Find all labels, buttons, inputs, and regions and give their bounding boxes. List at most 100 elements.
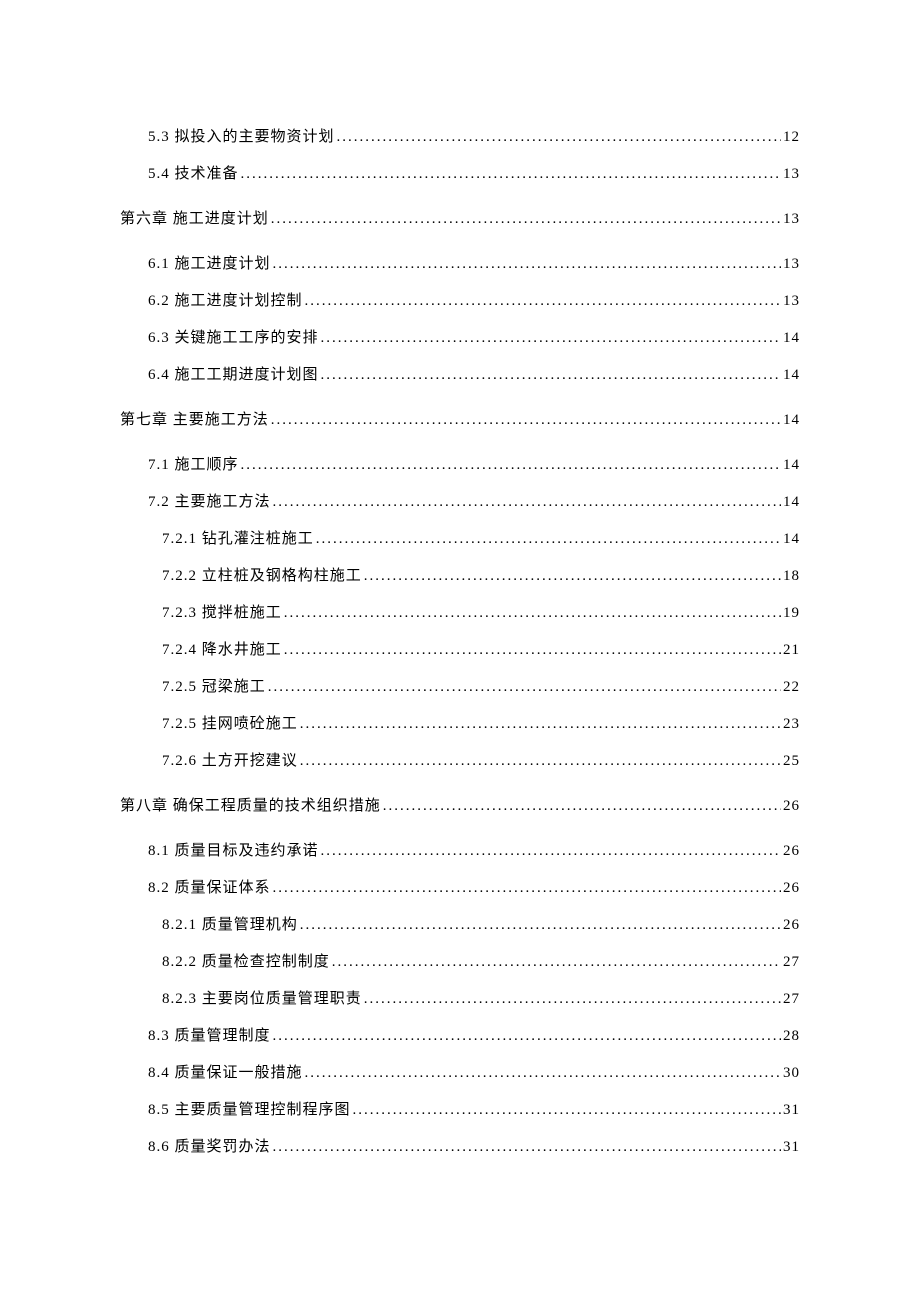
- toc-leader-dots: [305, 1066, 781, 1081]
- toc-leader-dots: [321, 844, 781, 859]
- toc-entry: 8.1 质量目标及违约承诺 26: [120, 844, 800, 859]
- toc-entry-page: 30: [783, 1066, 800, 1081]
- toc-leader-dots: [273, 495, 781, 510]
- toc-entry: 7.2.4 降水井施工21: [120, 643, 800, 658]
- toc-leader-dots: [321, 331, 781, 346]
- toc-entry-page: 12: [783, 130, 800, 145]
- toc-entry-label: 6.2 施工进度计划控制: [148, 294, 303, 309]
- toc-entry-label: 第七章 主要施工方法: [120, 413, 269, 428]
- toc-entry-label: 7.2.5 挂网喷砼施工: [162, 717, 298, 732]
- toc-entry: 7.2.3 搅拌桩施工 19: [120, 606, 800, 621]
- toc-entry-label: 7.2.3 搅拌桩施工: [162, 606, 282, 621]
- toc-entry-label: 7.1 施工顺序: [148, 458, 239, 473]
- toc-entry-page: 21: [783, 643, 800, 658]
- toc-leader-dots: [241, 458, 781, 473]
- toc-leader-dots: [337, 130, 781, 145]
- toc-entry-label: 7.2.2 立柱桩及钢格构柱施工: [162, 569, 362, 584]
- toc-entry: 5.4 技术准备 13: [120, 167, 800, 182]
- toc-entry-page: 27: [783, 955, 800, 970]
- toc-entry-page: 22: [783, 680, 800, 695]
- toc-leader-dots: [271, 212, 781, 227]
- toc-leader-dots: [268, 680, 781, 695]
- toc-leader-dots: [241, 167, 781, 182]
- toc-entry: 第八章 确保工程质量的技术组织措施 26: [120, 799, 800, 814]
- toc-entry: 8.3 质量管理制度28: [120, 1029, 800, 1044]
- toc-entry-label: 8.1 质量目标及违约承诺: [148, 844, 319, 859]
- toc-entry-page: 26: [783, 881, 800, 896]
- toc-entry-page: 14: [783, 458, 800, 473]
- toc-entry: 7.2.6 土方开挖建议 25: [120, 754, 800, 769]
- toc-entry-label: 8.4 质量保证一般措施: [148, 1066, 303, 1081]
- toc-entry-page: 26: [783, 799, 800, 814]
- toc-entry-label: 8.6 质量奖罚办法: [148, 1140, 271, 1155]
- toc-entry: 5.3 拟投入的主要物资计划 12: [120, 130, 800, 145]
- toc-entry-label: 7.2 主要施工方法: [148, 495, 271, 510]
- toc-leader-dots: [271, 413, 781, 428]
- toc-entry-page: 28: [783, 1029, 800, 1044]
- toc-entry: 8.2.2 质量检查控制制度 27: [120, 955, 800, 970]
- toc-leader-dots: [284, 643, 781, 658]
- toc-entry: 第七章 主要施工方法14: [120, 413, 800, 428]
- toc-entry-page: 26: [783, 918, 800, 933]
- toc-leader-dots: [284, 606, 781, 621]
- toc-entry-label: 6.1 施工进度计划: [148, 257, 271, 272]
- toc-entry-label: 8.2.2 质量检查控制制度: [162, 955, 330, 970]
- toc-entry-page: 14: [783, 495, 800, 510]
- toc-leader-dots: [273, 1140, 781, 1155]
- toc-entry-page: 14: [783, 331, 800, 346]
- toc-entry-label: 6.3 关键施工工序的安排: [148, 331, 319, 346]
- toc-entry-label: 8.2.3 主要岗位质量管理职责: [162, 992, 362, 1007]
- toc-entry: 7.2.2 立柱桩及钢格构柱施工18: [120, 569, 800, 584]
- toc-leader-dots: [332, 955, 781, 970]
- toc-entry: 7.1 施工顺序 14: [120, 458, 800, 473]
- toc-entry-page: 13: [783, 212, 800, 227]
- toc-entry-label: 8.5 主要质量管理控制程序图: [148, 1103, 351, 1118]
- toc-leader-dots: [353, 1103, 781, 1118]
- toc-entry-label: 第六章 施工进度计划: [120, 212, 269, 227]
- toc-entry-page: 19: [783, 606, 800, 621]
- toc-entry: 6.3 关键施工工序的安排 14: [120, 331, 800, 346]
- toc-entry-page: 26: [783, 844, 800, 859]
- toc-entry: 6.2 施工进度计划控制 13: [120, 294, 800, 309]
- toc-entry-page: 25: [783, 754, 800, 769]
- toc-leader-dots: [300, 717, 781, 732]
- toc-entry-page: 13: [783, 167, 800, 182]
- toc-entry: 8.6 质量奖罚办法 31: [120, 1140, 800, 1155]
- toc-entry: 7.2.5 挂网喷砼施工 23: [120, 717, 800, 732]
- toc-leader-dots: [300, 918, 781, 933]
- toc-entry: 第六章 施工进度计划 13: [120, 212, 800, 227]
- toc-entry-label: 7.2.1 钻孔灌注桩施工: [162, 532, 314, 547]
- toc-leader-dots: [305, 294, 781, 309]
- toc-leader-dots: [321, 368, 781, 383]
- toc-entry: 7.2 主要施工方法 14: [120, 495, 800, 510]
- toc-entry-page: 31: [783, 1140, 800, 1155]
- toc-entry-page: 13: [783, 257, 800, 272]
- toc-entry-page: 31: [783, 1103, 800, 1118]
- toc-list: 5.3 拟投入的主要物资计划125.4 技术准备13第六章 施工进度计划136.…: [120, 130, 800, 1155]
- toc-leader-dots: [273, 257, 781, 272]
- toc-entry-label: 8.2 质量保证体系: [148, 881, 271, 896]
- toc-entry: 8.4 质量保证一般措施 30: [120, 1066, 800, 1081]
- toc-entry-label: 8.2.1 质量管理机构: [162, 918, 298, 933]
- toc-entry: 8.5 主要质量管理控制程序图 31: [120, 1103, 800, 1118]
- toc-leader-dots: [273, 881, 781, 896]
- toc-leader-dots: [300, 754, 781, 769]
- toc-leader-dots: [383, 799, 781, 814]
- toc-entry-label: 5.4 技术准备: [148, 167, 239, 182]
- toc-entry-label: 第八章 确保工程质量的技术组织措施: [120, 799, 381, 814]
- toc-entry-page: 14: [783, 532, 800, 547]
- toc-entry: 8.2 质量保证体系 26: [120, 881, 800, 896]
- toc-entry-page: 13: [783, 294, 800, 309]
- toc-entry: 7.2.5 冠梁施工22: [120, 680, 800, 695]
- toc-leader-dots: [273, 1029, 781, 1044]
- toc-entry: 6.1 施工进度计划 13: [120, 257, 800, 272]
- toc-entry-label: 5.3 拟投入的主要物资计划: [148, 130, 335, 145]
- toc-leader-dots: [364, 569, 781, 584]
- toc-entry: 7.2.1 钻孔灌注桩施工 14: [120, 532, 800, 547]
- toc-leader-dots: [316, 532, 781, 547]
- toc-entry-page: 27: [783, 992, 800, 1007]
- toc-entry-page: 23: [783, 717, 800, 732]
- toc-leader-dots: [364, 992, 781, 1007]
- toc-entry: 8.2.3 主要岗位质量管理职责 27: [120, 992, 800, 1007]
- toc-entry-label: 7.2.6 土方开挖建议: [162, 754, 298, 769]
